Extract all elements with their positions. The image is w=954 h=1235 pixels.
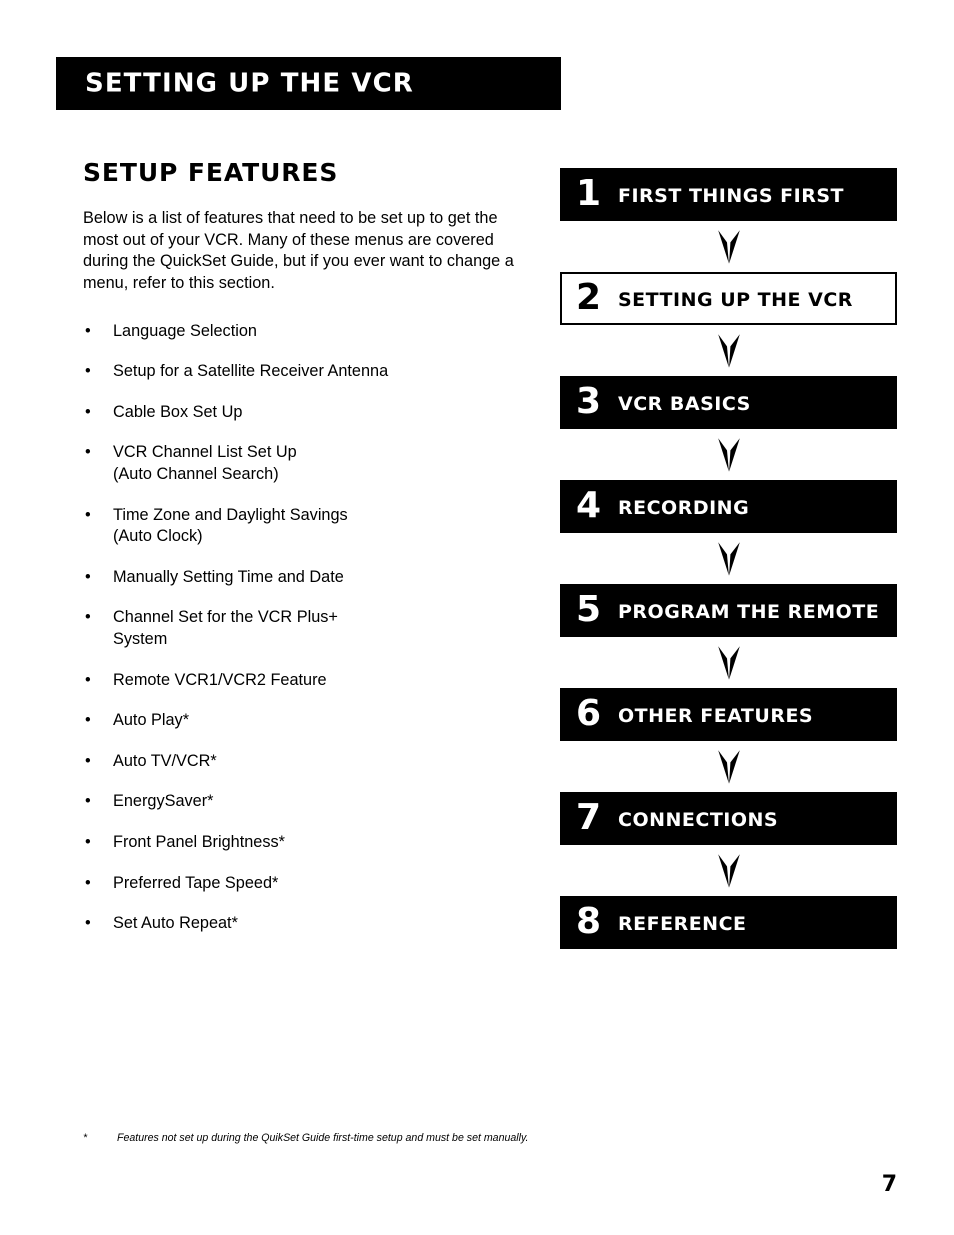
feature-label: Auto TV/VCR*: [113, 751, 217, 770]
intro-paragraph: Below is a list of features that need to…: [83, 209, 514, 293]
bullet-icon: •: [85, 792, 91, 811]
page-number: 7: [881, 1172, 897, 1197]
flow-step-number: 7: [576, 796, 602, 838]
flow-step-number: 3: [576, 380, 602, 422]
feature-list-item: • Auto TV/VCR*: [83, 751, 535, 773]
feature-list-item: • Language Selection: [83, 321, 535, 343]
flow-step-number: 2: [576, 276, 602, 318]
bullet-icon: •: [85, 608, 91, 627]
flow-arrow-down-icon: [560, 325, 897, 376]
document-page: SETTING UP THE VCR SETUP FEATURES Below …: [0, 0, 954, 1235]
feature-label: Cable Box Set Up: [113, 402, 243, 421]
feature-list-item: • Time Zone and Daylight Savings (Auto Clo…: [83, 505, 535, 548]
flow-step-number: 5: [576, 588, 602, 630]
flow-step-label: VCR BASICS: [618, 392, 751, 415]
flow-step-number: 8: [576, 900, 602, 942]
bullet-icon: •: [85, 711, 91, 730]
feature-label: Preferred Tape Speed*: [113, 873, 279, 892]
footnote-text: Features not set up during the QuikSet G…: [117, 1132, 529, 1144]
footnote: * Features not set up during the QuikSet …: [83, 1131, 603, 1145]
feature-list-item: • Preferred Tape Speed*: [83, 873, 535, 895]
flow-arrow-down-icon: [560, 637, 897, 688]
feature-label: Front Panel Brightness*: [113, 832, 285, 851]
feature-list-item: • Set Auto Repeat*: [83, 913, 535, 935]
page-header-banner: SETTING UP THE VCR: [56, 57, 561, 110]
bullet-icon: •: [85, 505, 91, 524]
flow-step-label: OTHER FEATURES: [618, 704, 814, 727]
feature-label: Setup for a Satellite Receiver Antenna: [113, 362, 389, 381]
chapter-flow-chart: 1 FIRST THINGS FIRST 2 SETTING UP THE VCR 3 V…: [560, 168, 897, 949]
flow-step-box-8[interactable]: 8 REFERENCE: [560, 896, 897, 949]
flow-step-box-3[interactable]: 3 VCR BASICS: [560, 376, 897, 429]
feature-list-item: • Setup for a Satellite Receiver Antenna: [83, 361, 535, 383]
flow-step-number: 1: [576, 172, 602, 214]
feature-list-item: • Auto Play*: [83, 710, 535, 732]
bullet-icon: •: [85, 443, 91, 462]
feature-label: Time Zone and Daylight Savings: [113, 505, 348, 524]
flow-arrow-down-icon: [560, 221, 897, 272]
feature-label-continued: (Auto Channel Search): [113, 465, 279, 483]
flow-arrow-down-icon: [560, 741, 897, 792]
feature-label-continued: System: [113, 629, 168, 648]
feature-list-item: • VCR Channel List Set Up (Auto Channel Se…: [83, 442, 535, 485]
feature-label: VCR Channel List Set Up: [113, 443, 297, 462]
feature-list-item: • Manually Setting Time and Date: [83, 567, 535, 589]
page-title: SETTING UP THE VCR: [85, 67, 414, 98]
bullet-icon: •: [85, 670, 91, 689]
feature-list-item: • Front Panel Brightness*: [83, 832, 535, 854]
bullet-icon: •: [85, 832, 91, 851]
feature-label: Language Selection: [113, 321, 257, 340]
bullet-icon: •: [85, 914, 91, 933]
flow-step-label: REFERENCE: [618, 912, 747, 935]
feature-label: Remote VCR1/VCR2 Feature: [113, 670, 327, 689]
flow-step-label: PROGRAM THE REMOTE: [618, 600, 880, 623]
feature-list-item: • Channel Set for the VCR Plus+ System: [83, 607, 535, 650]
bullet-icon: •: [85, 873, 91, 892]
feature-list-item: • EnergySaver*: [83, 791, 535, 813]
feature-label: Manually Setting Time and Date: [113, 567, 344, 586]
flow-arrow-down-icon: [560, 429, 897, 480]
bullet-icon: •: [85, 567, 91, 586]
flow-step-label: RECORDING: [618, 496, 750, 519]
feature-list-item: • Remote VCR1/VCR2 Feature: [83, 670, 535, 692]
feature-list: • Language Selection • Setup for a Satellit…: [83, 321, 535, 935]
flow-step-number: 6: [576, 692, 602, 734]
flow-step-label: CONNECTIONS: [618, 808, 779, 831]
bullet-icon: •: [85, 362, 91, 381]
flow-step-label: SETTING UP THE VCR: [618, 288, 853, 311]
flow-step-box-6[interactable]: 6 OTHER FEATURES: [560, 688, 897, 741]
flow-step-label: FIRST THINGS FIRST: [618, 184, 844, 207]
bullet-icon: •: [85, 751, 91, 770]
feature-label: Auto Play*: [113, 711, 190, 730]
section-heading: SETUP FEATURES: [83, 158, 339, 187]
feature-label: EnergySaver*: [113, 792, 214, 811]
left-content-column: SETUP FEATURES Below is a list of featur…: [83, 158, 535, 954]
feature-label-continued: (Auto Clock): [113, 527, 203, 546]
flow-step-box-2[interactable]: 2 SETTING UP THE VCR: [560, 272, 897, 325]
feature-list-item: • Cable Box Set Up: [83, 402, 535, 424]
footnote-marker: *: [83, 1132, 88, 1144]
flow-step-box-7[interactable]: 7 CONNECTIONS: [560, 792, 897, 845]
flow-step-box-5[interactable]: 5 PROGRAM THE REMOTE: [560, 584, 897, 637]
flow-step-box-1[interactable]: 1 FIRST THINGS FIRST: [560, 168, 897, 221]
feature-label: Channel Set for the VCR Plus+: [113, 608, 338, 627]
bullet-icon: •: [85, 321, 91, 340]
flow-step-number: 4: [576, 484, 602, 526]
feature-label: Set Auto Repeat*: [113, 914, 238, 933]
bullet-icon: •: [85, 402, 91, 421]
flow-arrow-down-icon: [560, 845, 897, 896]
flow-arrow-down-icon: [560, 533, 897, 584]
flow-step-box-4[interactable]: 4 RECORDING: [560, 480, 897, 533]
